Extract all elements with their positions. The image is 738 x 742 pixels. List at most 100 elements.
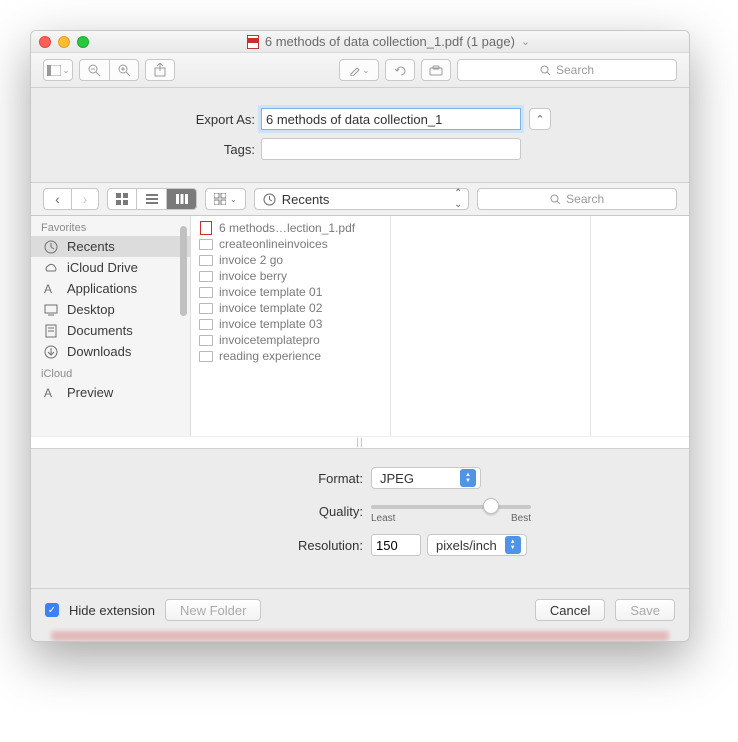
back-button[interactable]: ‹ bbox=[43, 188, 71, 210]
file-item-label: invoice template 01 bbox=[219, 285, 322, 299]
sidebar-item-desktop[interactable]: Desktop bbox=[31, 299, 190, 320]
hide-extension-checkbox[interactable]: ✓ bbox=[45, 603, 59, 617]
view-mode-segment bbox=[107, 188, 197, 210]
sidebar-item-label: Desktop bbox=[67, 302, 115, 317]
folder-icon bbox=[199, 253, 213, 267]
export-as-input[interactable] bbox=[261, 108, 521, 130]
list-view-button[interactable] bbox=[137, 188, 167, 210]
folder-icon bbox=[199, 333, 213, 347]
sidebar-item-label: Documents bbox=[67, 323, 133, 338]
sidebar-item-applications[interactable]: A Applications bbox=[31, 278, 190, 299]
resolution-input[interactable] bbox=[371, 534, 421, 556]
location-label: Recents bbox=[282, 192, 330, 207]
zoom-traffic-light[interactable] bbox=[77, 36, 89, 48]
column-2 bbox=[591, 216, 689, 436]
new-folder-button[interactable]: New Folder bbox=[165, 599, 261, 621]
search-icon bbox=[550, 194, 561, 205]
collapse-panel-button[interactable]: ⌃ bbox=[529, 108, 551, 130]
hide-extension-label: Hide extension bbox=[69, 603, 155, 618]
folder-icon bbox=[199, 237, 213, 251]
sidebar-item-icloud-drive[interactable]: iCloud Drive bbox=[31, 257, 190, 278]
markup-button[interactable] bbox=[421, 59, 451, 81]
search-placeholder: Search bbox=[556, 63, 594, 77]
resize-handle[interactable]: || bbox=[31, 436, 689, 448]
doc-icon bbox=[43, 324, 59, 338]
column-0: 6 methods…lection_1.pdfcreateonlineinvoi… bbox=[191, 216, 391, 436]
pdf-icon bbox=[199, 221, 213, 235]
zoom-out-button[interactable] bbox=[79, 59, 109, 81]
window-shadow bbox=[51, 631, 669, 641]
file-item-label: 6 methods…lection_1.pdf bbox=[219, 221, 355, 235]
folder-icon bbox=[199, 269, 213, 283]
file-item[interactable]: invoice template 02 bbox=[191, 300, 390, 316]
file-item-label: reading experience bbox=[219, 349, 321, 363]
bottom-bar: ✓ Hide extension New Folder Cancel Save bbox=[31, 588, 689, 631]
pdf-icon bbox=[247, 35, 259, 49]
search-field[interactable]: Search bbox=[457, 59, 677, 81]
format-label: Format: bbox=[61, 471, 371, 486]
title-disclosure-icon[interactable]: ⌄ bbox=[521, 35, 530, 48]
file-item[interactable]: invoice template 03 bbox=[191, 316, 390, 332]
desktop-icon bbox=[43, 303, 59, 317]
search-icon bbox=[540, 65, 551, 76]
save-button[interactable]: Save bbox=[615, 599, 675, 621]
svg-text:A: A bbox=[44, 282, 52, 296]
sidebar-item-label: Recents bbox=[67, 239, 115, 254]
resolution-unit-select[interactable]: pixels/inch ▲▼ bbox=[427, 534, 527, 556]
file-item[interactable]: invoice template 01 bbox=[191, 284, 390, 300]
zoom-in-button[interactable] bbox=[109, 59, 139, 81]
sidebar-item-label: Applications bbox=[67, 281, 137, 296]
sidebar: Favorites Recents iCloud Drive A Application… bbox=[31, 216, 191, 436]
export-options: Format: JPEG ▲▼ Quality: Least Best bbox=[31, 448, 689, 588]
search-placeholder: Search bbox=[566, 192, 604, 206]
select-arrows-icon: ▲▼ bbox=[505, 536, 521, 554]
forward-button[interactable]: › bbox=[71, 188, 99, 210]
sidebar-item-downloads[interactable]: Downloads bbox=[31, 341, 190, 362]
save-dialog-window: 6 methods of data collection_1.pdf (1 pa… bbox=[30, 30, 690, 642]
cloud-icon bbox=[43, 261, 59, 275]
file-item[interactable]: invoice berry bbox=[191, 268, 390, 284]
column-1 bbox=[391, 216, 591, 436]
file-item[interactable]: invoicetemplatepro bbox=[191, 332, 390, 348]
sidebar-item-recents[interactable]: Recents bbox=[31, 236, 190, 257]
format-select[interactable]: JPEG ▲▼ bbox=[371, 467, 481, 489]
file-item[interactable]: 6 methods…lection_1.pdf bbox=[191, 220, 390, 236]
clock-icon bbox=[263, 193, 276, 206]
sidebar-item-label: Preview bbox=[67, 385, 113, 400]
slider-thumb[interactable] bbox=[483, 498, 499, 514]
sidebar-header: Favorites bbox=[31, 216, 190, 236]
nav-segment: ‹ › bbox=[43, 188, 99, 210]
sidebar-item-documents[interactable]: Documents bbox=[31, 320, 190, 341]
icon-view-button[interactable] bbox=[107, 188, 137, 210]
file-item-label: invoice berry bbox=[219, 269, 287, 283]
apps-icon: A bbox=[43, 282, 59, 296]
svg-text:A: A bbox=[44, 386, 52, 400]
sidebar-item-preview[interactable]: A Preview bbox=[31, 382, 190, 403]
browser-search-field[interactable]: Search bbox=[477, 188, 677, 210]
share-button[interactable] bbox=[145, 59, 175, 81]
quality-best-label: Best bbox=[511, 513, 531, 524]
export-as-label: Export As: bbox=[61, 112, 261, 127]
sidebar-toggle-button[interactable]: ⌄ bbox=[43, 59, 73, 81]
file-item[interactable]: invoice 2 go bbox=[191, 252, 390, 268]
minimize-traffic-light[interactable] bbox=[58, 36, 70, 48]
resolution-unit-value: pixels/inch bbox=[436, 538, 497, 553]
highlight-button[interactable]: ⌄ bbox=[339, 59, 379, 81]
rotate-button[interactable] bbox=[385, 59, 415, 81]
column-view-button[interactable] bbox=[167, 188, 197, 210]
folder-icon bbox=[199, 301, 213, 315]
location-popup[interactable]: Recents ⌃⌄ bbox=[254, 188, 470, 210]
close-traffic-light[interactable] bbox=[39, 36, 51, 48]
file-item[interactable]: reading experience bbox=[191, 348, 390, 364]
updown-arrows-icon: ⌃⌄ bbox=[454, 188, 462, 210]
sidebar-scrollbar[interactable] bbox=[180, 226, 187, 316]
cancel-button[interactable]: Cancel bbox=[535, 599, 605, 621]
file-item-label: invoice 2 go bbox=[219, 253, 283, 267]
quality-slider[interactable] bbox=[371, 505, 531, 509]
resolution-label: Resolution: bbox=[61, 538, 371, 553]
arrange-button[interactable]: ⌄ bbox=[205, 188, 246, 210]
tags-input[interactable] bbox=[261, 138, 521, 160]
file-item[interactable]: createonlineinvoices bbox=[191, 236, 390, 252]
file-browser: Favorites Recents iCloud Drive A Application… bbox=[31, 216, 689, 436]
sidebar-item-label: iCloud Drive bbox=[67, 260, 138, 275]
